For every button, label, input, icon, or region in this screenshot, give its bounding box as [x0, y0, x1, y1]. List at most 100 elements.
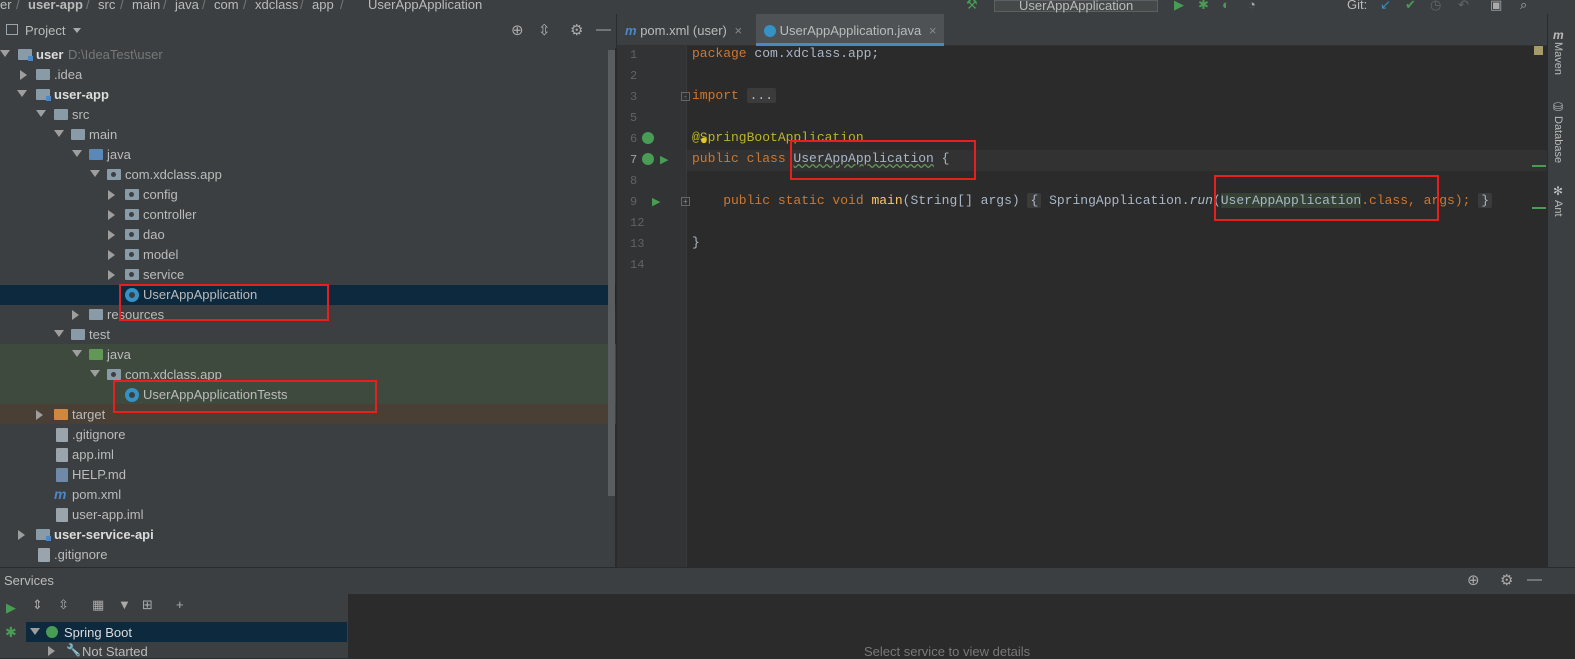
- tree-item-user-service-api[interactable]: user-service-api: [0, 525, 616, 545]
- tree-item-root-gitignore[interactable]: .gitignore: [0, 545, 616, 565]
- inspection-marker[interactable]: [1534, 46, 1543, 55]
- tab-pom-xml[interactable]: m pom.xml (user) ×: [617, 14, 755, 46]
- tree-item-app-iml[interactable]: app.iml: [0, 445, 616, 465]
- tree-item-test-java[interactable]: java: [0, 345, 616, 365]
- spring-bean-icon[interactable]: [642, 153, 654, 165]
- services-item-not-started[interactable]: 🔧 Not Started: [26, 642, 347, 659]
- group-by-icon[interactable]: ▦: [92, 597, 104, 613]
- code-line[interactable]: }: [692, 235, 700, 250]
- add-icon[interactable]: +: [176, 597, 184, 612]
- tree-item-package[interactable]: com.xdclass.app: [0, 165, 616, 185]
- tab-label: pom.xml (user): [640, 23, 727, 38]
- tree-item-user-app-iml[interactable]: user-app.iml: [0, 505, 616, 525]
- run-icon[interactable]: ▶: [652, 195, 660, 208]
- maven-tool-button[interactable]: Maven: [1552, 42, 1564, 75]
- code-line[interactable]: package com.xdclass.app;: [692, 46, 879, 61]
- new-tab-icon[interactable]: ⊞: [142, 597, 153, 613]
- tree-item-test[interactable]: test: [0, 325, 616, 345]
- breadcrumb-item[interactable]: main: [132, 0, 160, 11]
- services-item-label: Not Started: [82, 644, 148, 659]
- project-scrollbar[interactable]: [608, 50, 615, 496]
- tree-item-idea[interactable]: .idea: [0, 65, 616, 85]
- tree-item-config[interactable]: config: [0, 185, 616, 205]
- run-icon[interactable]: ▶: [1174, 0, 1184, 11]
- minimize-icon[interactable]: —: [596, 21, 611, 38]
- breadcrumb-item[interactable]: xdclass: [255, 0, 298, 11]
- close-icon[interactable]: ×: [735, 23, 743, 38]
- change-marker: [1532, 207, 1546, 209]
- tab-label: UserAppApplication.java: [779, 23, 922, 38]
- gear-icon[interactable]: ⚙: [570, 21, 583, 39]
- breadcrumb-item[interactable]: src: [98, 0, 115, 11]
- profile-icon[interactable]: ◔: [1248, 0, 1256, 11]
- ant-tool-button[interactable]: Ant: [1552, 200, 1564, 217]
- tree-item-pom-xml[interactable]: m pom.xml: [0, 485, 616, 505]
- expand-all-icon[interactable]: ⇕: [32, 597, 43, 613]
- git-update-icon[interactable]: ↙: [1380, 0, 1391, 11]
- tree-item-controller[interactable]: controller: [0, 205, 616, 225]
- tree-item-help-md[interactable]: HELP.md: [0, 465, 616, 485]
- tree-item-gitignore[interactable]: .gitignore: [0, 425, 616, 445]
- tree-item-model[interactable]: model: [0, 245, 616, 265]
- spring-bean-icon[interactable]: [642, 132, 654, 144]
- minimize-icon[interactable]: —: [1527, 571, 1542, 588]
- spring-boot-icon: [46, 626, 58, 638]
- fold-icon[interactable]: -: [681, 92, 690, 101]
- code-line[interactable]: import ...: [692, 88, 777, 103]
- services-item-spring-boot[interactable]: Spring Boot: [26, 622, 347, 642]
- breadcrumb-item[interactable]: com: [214, 0, 239, 11]
- tree-label: com.xdclass.app: [125, 167, 222, 182]
- run-config-select[interactable]: UserAppApplication: [994, 0, 1158, 12]
- breadcrumb-item[interactable]: app: [312, 0, 334, 11]
- maven-file-icon: m: [54, 486, 67, 502]
- project-title[interactable]: Project: [25, 23, 65, 38]
- filter-icon[interactable]: ▼: [118, 597, 131, 612]
- locate-icon[interactable]: ⊕: [1467, 571, 1480, 589]
- fold-icon[interactable]: +: [681, 197, 690, 206]
- tree-item-user-app[interactable]: user-app: [0, 85, 616, 105]
- tree-item-main[interactable]: main: [0, 125, 616, 145]
- debug-icon[interactable]: ✱: [1198, 0, 1209, 11]
- ant-icon: ✻: [1553, 184, 1564, 198]
- tree-label: user-app.iml: [72, 507, 144, 522]
- chevron-down-icon[interactable]: [73, 28, 81, 33]
- tree-label: src: [72, 107, 90, 122]
- tree-item-dao[interactable]: dao: [0, 225, 616, 245]
- git-commit-icon[interactable]: ✔: [1405, 0, 1416, 11]
- close-icon[interactable]: ×: [929, 23, 937, 38]
- file-icon: [38, 548, 50, 562]
- rollback-icon[interactable]: ↶: [1458, 0, 1469, 11]
- tree-label: java: [107, 147, 131, 162]
- gear-icon[interactable]: ⚙: [1500, 571, 1513, 589]
- breadcrumb-item[interactable]: UserAppApplication: [368, 0, 482, 11]
- build-hammer-icon[interactable]: ⚒: [966, 0, 978, 11]
- run-icon[interactable]: ▶: [6, 600, 16, 616]
- collapse-all-icon[interactable]: ⇳: [538, 21, 551, 39]
- locate-icon[interactable]: ⊕: [511, 21, 524, 39]
- database-tool-button[interactable]: Database: [1552, 116, 1564, 163]
- search-everywhere-icon[interactable]: ⌕: [1520, 0, 1527, 11]
- run-icon[interactable]: ▶: [660, 153, 668, 166]
- tree-item-service[interactable]: service: [0, 265, 616, 285]
- debug-icon[interactable]: ✱: [5, 624, 17, 641]
- breadcrumb-item[interactable]: java: [175, 0, 199, 11]
- project-structure-icon[interactable]: ▣: [1490, 0, 1502, 11]
- breadcrumb-item[interactable]: user-app: [28, 0, 83, 11]
- breadcrumb-item[interactable]: er: [0, 0, 12, 11]
- tree-item-src[interactable]: src: [0, 105, 616, 125]
- tree-label: model: [143, 247, 179, 262]
- history-icon[interactable]: ◷: [1430, 0, 1441, 11]
- lightbulb-icon[interactable]: ●: [700, 132, 708, 147]
- coverage-icon[interactable]: ◐: [1222, 0, 1230, 11]
- services-placeholder: Select service to view details: [864, 644, 1031, 659]
- line-number: 9: [630, 195, 638, 209]
- tree-label: .gitignore: [72, 427, 126, 442]
- project-view-icon: [6, 24, 18, 35]
- collapse-all-icon[interactable]: ⇳: [58, 597, 69, 613]
- annotation-box: [119, 284, 329, 321]
- tree-item-user[interactable]: user D:\IdeaTest\user: [0, 45, 616, 65]
- tree-item-java[interactable]: java: [0, 145, 616, 165]
- maven-icon: m: [1553, 28, 1564, 42]
- annotation-box: [1214, 175, 1439, 221]
- tab-user-app-application[interactable]: UserAppApplication.java ×: [756, 14, 944, 46]
